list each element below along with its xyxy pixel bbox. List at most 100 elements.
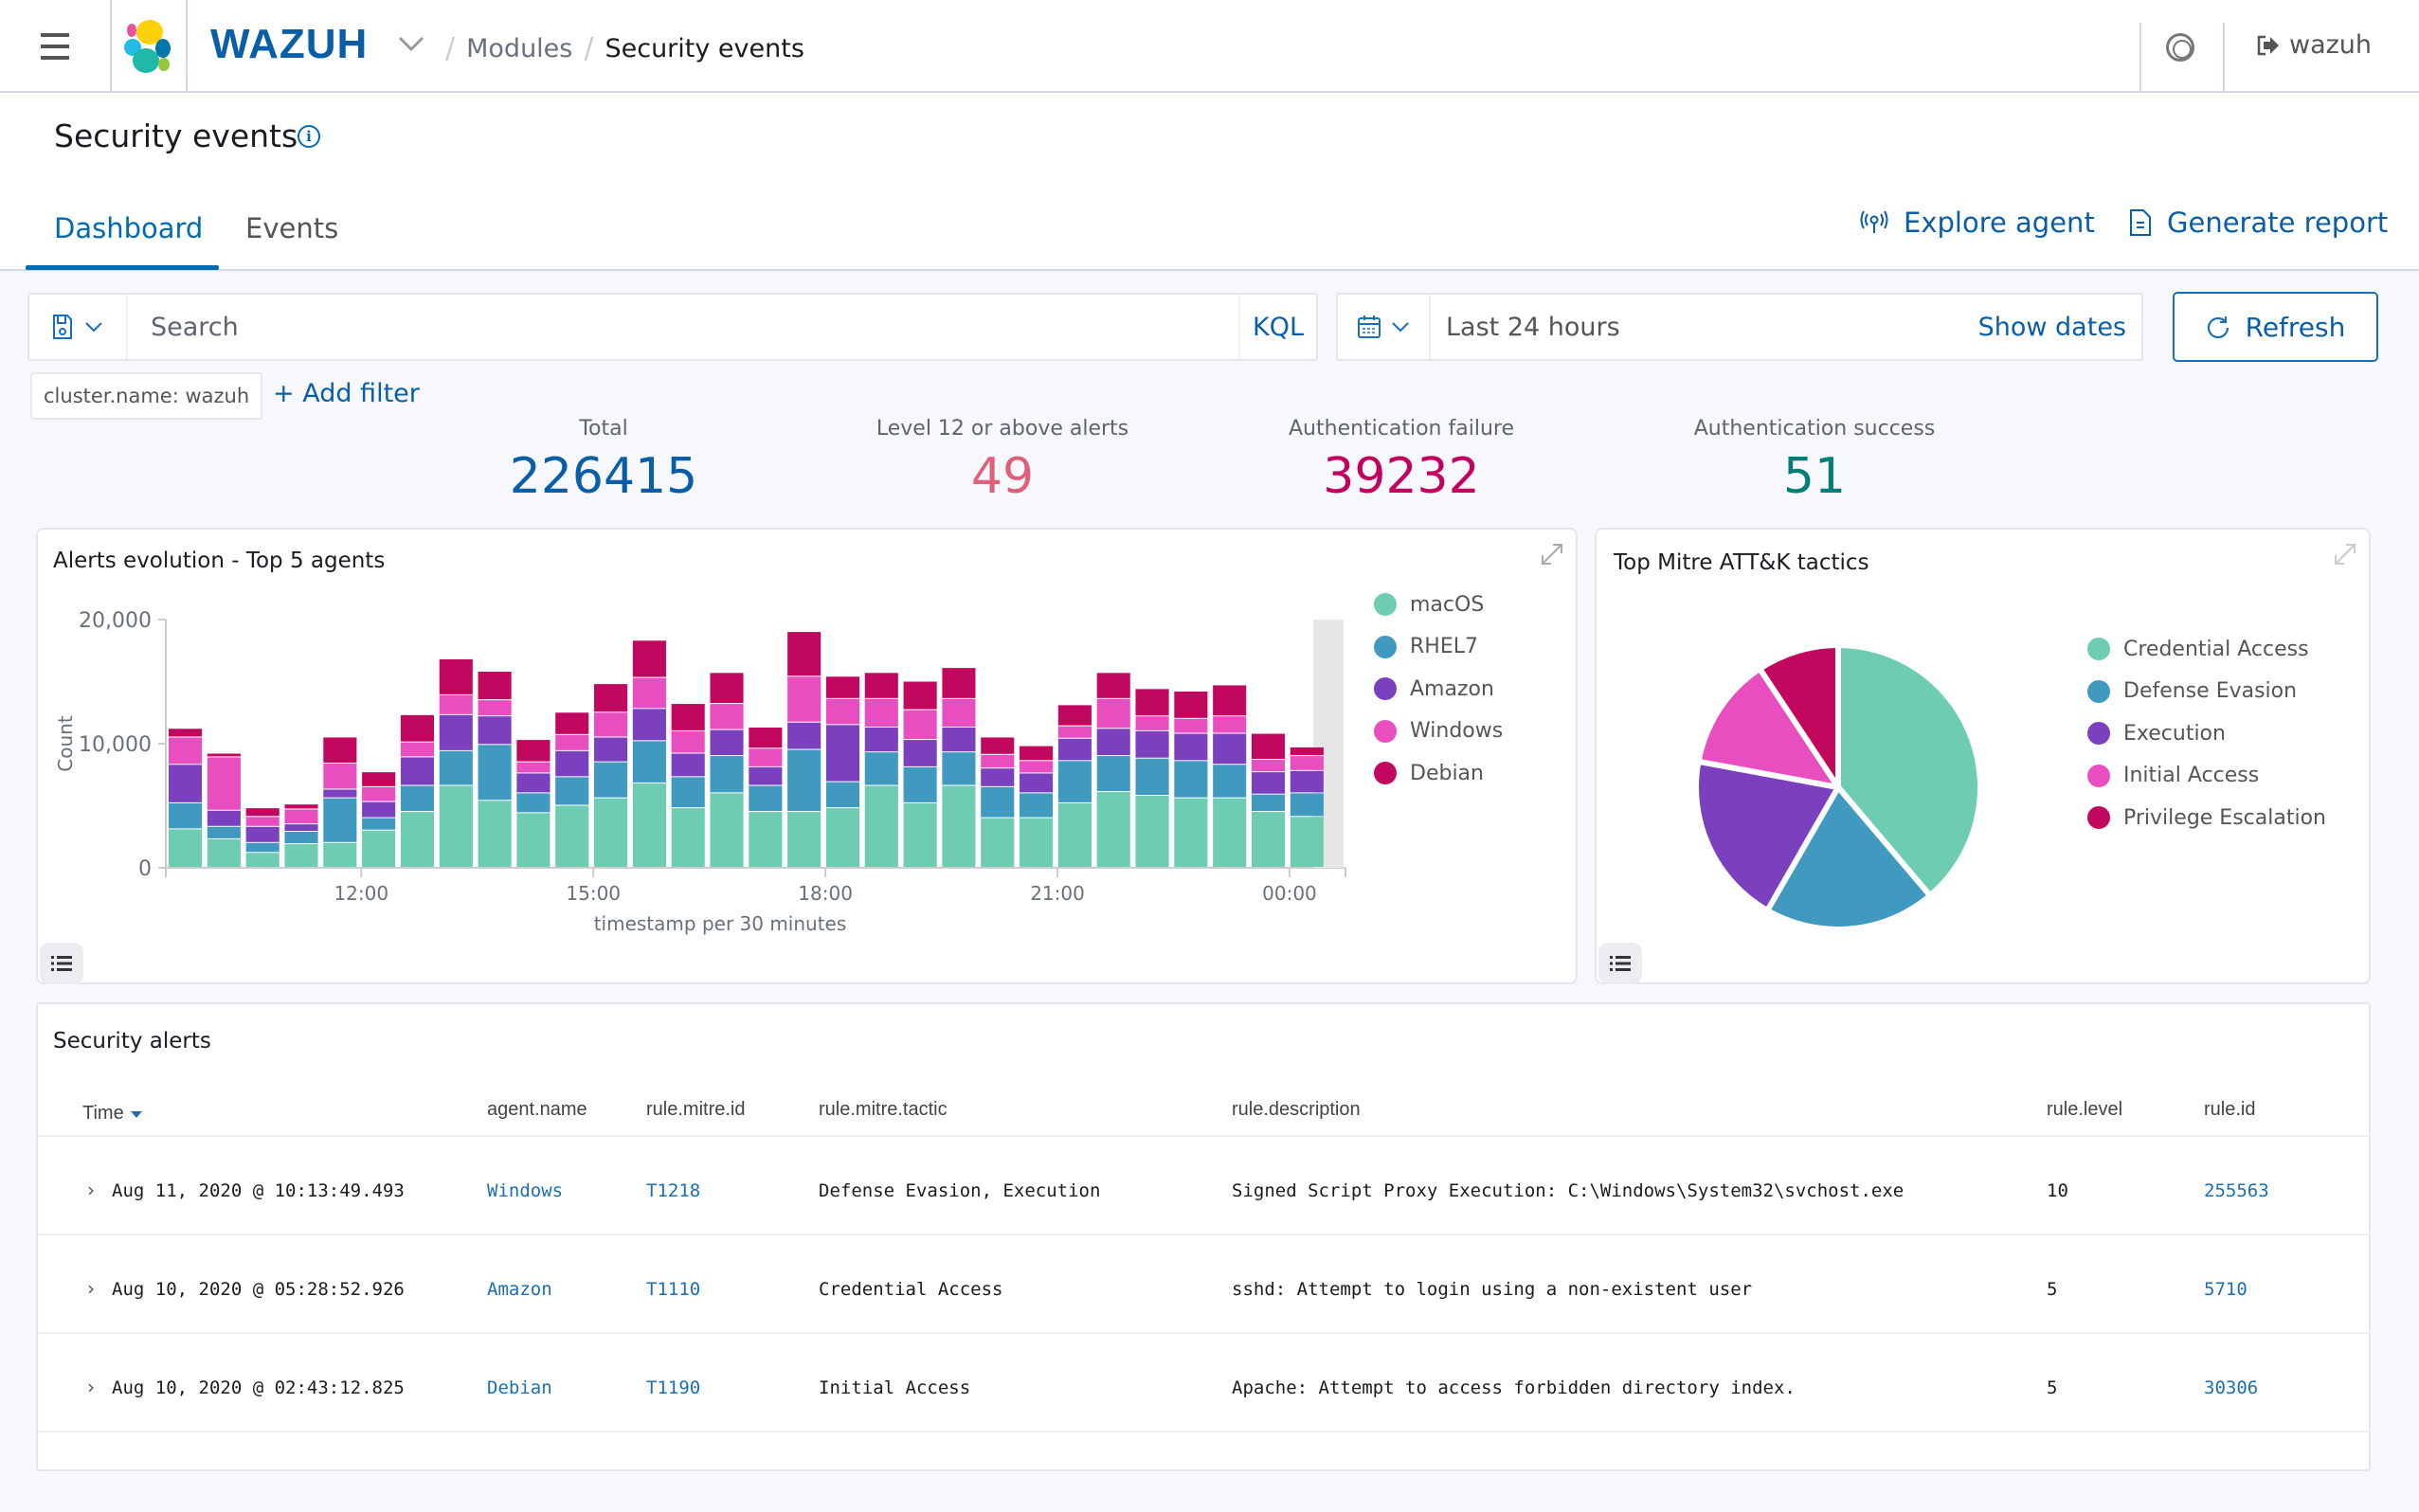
active-tab-indicator: [26, 265, 219, 270]
help-lifebuoy-icon[interactable]: [2166, 33, 2194, 62]
stat-value[interactable]: 51: [1616, 448, 2013, 505]
bar-segment-macos: [400, 812, 435, 867]
column-header-rule-level[interactable]: rule.level: [2047, 1099, 2122, 1121]
tab-events[interactable]: Events: [245, 212, 338, 244]
legend-color-dot: [1374, 719, 1397, 743]
legend-item[interactable]: RHEL7: [1374, 626, 1503, 669]
menu-button[interactable]: [0, 0, 112, 93]
breadcrumb-separator: /: [445, 32, 456, 65]
legend-item[interactable]: Defense Evasion: [2087, 671, 2326, 713]
bar-segment-rhel7: [245, 842, 280, 853]
stat-value[interactable]: 39232: [1202, 448, 1600, 505]
cell-agent-name[interactable]: Debian: [487, 1377, 552, 1398]
cell-mitre-id[interactable]: T1218: [646, 1180, 700, 1201]
bar-segment-amazon: [981, 768, 1015, 786]
bar-segment-debian: [864, 673, 898, 698]
add-filter-button[interactable]: + Add filter: [273, 379, 420, 408]
saved-query-menu-button[interactable]: [29, 295, 128, 359]
stat-auth-success: Authentication success 51: [1616, 417, 2013, 505]
info-icon[interactable]: i: [298, 125, 320, 148]
bar-segment-rhel7: [825, 782, 860, 808]
cell-description: Signed Script Proxy Execution: C:\Window…: [1232, 1180, 1905, 1201]
cell-mitre-id[interactable]: T1110: [646, 1279, 700, 1300]
bar-segment-debian: [284, 804, 318, 809]
brand-wazuh[interactable]: WAZUH: [210, 21, 368, 68]
expand-icon[interactable]: [2330, 539, 2360, 569]
legend-item[interactable]: Amazon: [1374, 668, 1503, 711]
y-axis-label: Count: [54, 715, 77, 772]
bar-segment-windows: [1174, 718, 1208, 733]
cell-rule-id[interactable]: 30306: [2204, 1377, 2258, 1398]
expand-row-icon[interactable]: ›: [87, 1277, 95, 1300]
show-dates-button[interactable]: Show dates: [1978, 313, 2126, 342]
legend-toggle-button[interactable]: [40, 943, 83, 984]
document-icon: [2130, 209, 2151, 236]
bar-segment-amazon: [478, 716, 512, 745]
table-row[interactable]: › Aug 11, 2020 @ 10:13:49.493 Windows T1…: [38, 1135, 2371, 1233]
bar-segment-windows: [400, 742, 435, 757]
column-header-mitre-id[interactable]: rule.mitre.id: [646, 1099, 745, 1121]
legend-item[interactable]: macOS: [1374, 584, 1503, 626]
bar-segment-debian: [594, 684, 628, 712]
time-range-value[interactable]: Last 24 hours: [1446, 313, 1620, 342]
legend-color-dot: [1374, 677, 1397, 701]
legend-label: Credential Access: [2123, 637, 2309, 661]
legend-item[interactable]: Windows: [1374, 711, 1503, 753]
table-row[interactable]: › Aug 10, 2020 @ 02:43:12.825 Debian T11…: [38, 1332, 2371, 1431]
bar-segment-debian: [632, 640, 666, 677]
stat-value[interactable]: 49: [803, 448, 1201, 505]
legend-toggle-button[interactable]: [1598, 943, 1642, 984]
bar-segment-macos: [169, 829, 203, 867]
column-header-mitre-tactic[interactable]: rule.mitre.tactic: [819, 1099, 948, 1121]
refresh-button[interactable]: Refresh: [2173, 292, 2378, 362]
column-header-description[interactable]: rule.description: [1232, 1099, 1361, 1121]
legend-item[interactable]: Execution: [2087, 712, 2326, 755]
legend-item[interactable]: Privilege Escalation: [2087, 797, 2326, 839]
cell-mitre-id[interactable]: T1190: [646, 1377, 700, 1398]
user-logout-button[interactable]: wazuh: [2257, 30, 2372, 60]
legend-item[interactable]: Initial Access: [2087, 755, 2326, 798]
bar-segment-debian: [1290, 747, 1324, 756]
cell-agent-name[interactable]: Windows: [487, 1180, 563, 1201]
expand-row-icon[interactable]: ›: [87, 1179, 95, 1201]
search-input[interactable]: [128, 295, 1238, 359]
generate-report-button[interactable]: Generate report: [2129, 207, 2388, 239]
app-logo[interactable]: [112, 0, 188, 93]
table-row[interactable]: › Aug 10, 2020 @ 05:28:52.926 Amazon T11…: [38, 1233, 2371, 1332]
cell-rule-id[interactable]: 255563: [2204, 1180, 2269, 1201]
legend-color-dot: [2087, 764, 2110, 787]
legend-item[interactable]: Credential Access: [2087, 628, 2326, 671]
explore-agent-button[interactable]: Explore agent: [1860, 207, 2095, 239]
bar-segment-macos: [1096, 792, 1130, 867]
bar-segment-debian: [749, 727, 783, 748]
tab-dashboard[interactable]: Dashboard: [54, 212, 203, 244]
sort-descending-icon: [130, 1110, 142, 1118]
column-header-time[interactable]: Time: [82, 1103, 143, 1125]
bar-segment-amazon: [207, 810, 241, 826]
kql-toggle-button[interactable]: KQL: [1238, 295, 1316, 359]
bar-segment-rhel7: [749, 785, 783, 812]
bar-segment-rhel7: [594, 762, 628, 798]
bar-segment-debian: [981, 737, 1015, 754]
chevron-down-icon[interactable]: [398, 34, 424, 53]
quick-date-menu-button[interactable]: [1338, 295, 1431, 359]
column-header-rule-id[interactable]: rule.id: [2204, 1099, 2255, 1121]
breadcrumb-modules[interactable]: Modules: [466, 34, 572, 63]
bar-segment-windows: [555, 734, 589, 750]
expand-row-icon[interactable]: ›: [87, 1376, 95, 1398]
stat-label: Total: [579, 417, 628, 441]
bar-segment-rhel7: [1135, 758, 1169, 796]
bar-segment-amazon: [749, 766, 783, 785]
stat-value[interactable]: 226415: [405, 448, 803, 505]
expand-icon[interactable]: [1537, 539, 1567, 569]
cell-rule-id[interactable]: 5710: [2204, 1279, 2248, 1300]
bar-segment-macos: [903, 802, 937, 867]
bar-segment-macos: [1251, 812, 1286, 867]
column-header-agent-name[interactable]: agent.name: [487, 1099, 587, 1121]
bar-segment-amazon: [1213, 733, 1247, 765]
filter-pill[interactable]: cluster.name: wazuh: [30, 372, 263, 420]
cell-agent-name[interactable]: Amazon: [487, 1279, 552, 1300]
legend-item[interactable]: Debian: [1374, 752, 1503, 795]
bar-segment-macos: [516, 813, 551, 867]
cell-rule-level: 5: [2047, 1279, 2058, 1300]
